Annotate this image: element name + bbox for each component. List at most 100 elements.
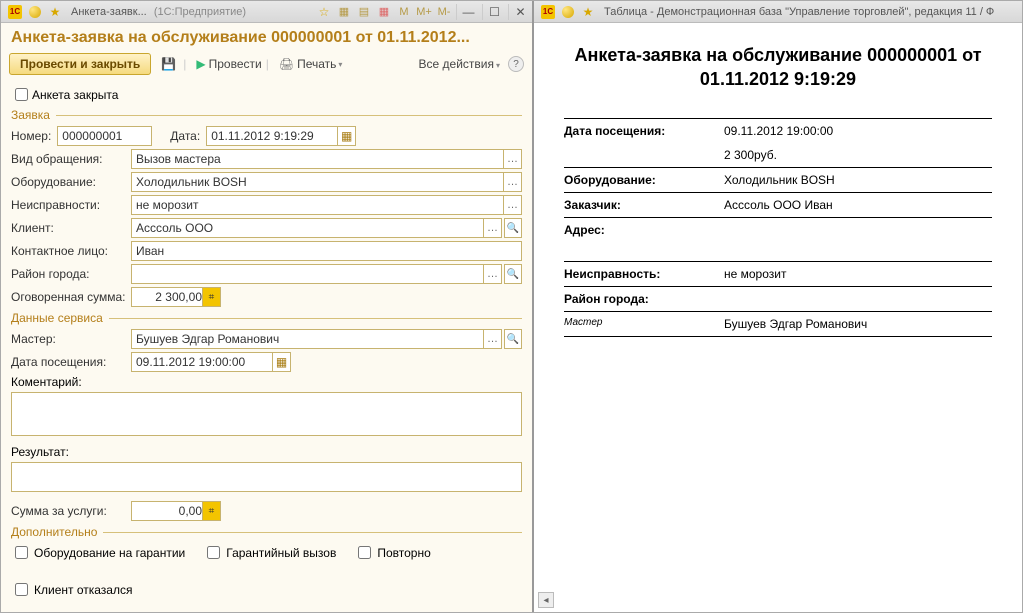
tool-icon-1[interactable]: ▦ — [335, 4, 353, 20]
star-icon[interactable]: ★ — [47, 4, 63, 20]
warranty-call-label: Гарантийный вызов — [226, 546, 336, 560]
tool-icon-2[interactable]: ▤ — [355, 4, 373, 20]
all-actions-menu[interactable]: Все действия▾ — [419, 57, 500, 71]
fav-icon[interactable]: ☆ — [315, 4, 333, 20]
sheet-equipment-value: Холодильник BOSH — [724, 173, 992, 187]
commit-icon: ▶ — [196, 57, 205, 71]
app-icon: 1C — [540, 4, 556, 20]
number-input[interactable]: 000000001 — [57, 126, 152, 146]
faults-label: Неисправности: — [11, 198, 131, 212]
comment-label: Коментарий: — [11, 375, 522, 389]
sheet-customer-label: Заказчик: — [564, 198, 724, 212]
repeat-checkbox[interactable] — [358, 546, 371, 559]
save-button[interactable]: 💾 — [157, 55, 183, 73]
visit-date-label: Дата посещения: — [11, 355, 131, 369]
sheet-address-value — [724, 223, 992, 237]
warranty-label: Оборудование на гарантии — [34, 546, 185, 560]
commit-button[interactable]: ▶Провести — [192, 55, 265, 73]
faults-select[interactable]: не морозит … — [131, 195, 522, 215]
calculator-icon[interactable]: ⌗ — [202, 502, 220, 520]
commit-close-button[interactable]: Провести и закрыть — [9, 53, 151, 75]
window-tab-title: Анкета-заявк... (1С:Предприятие) — [71, 6, 314, 18]
sheet-master-value: Бушуев Эдгар Романович — [724, 317, 992, 331]
m-plus-button[interactable]: M+ — [415, 4, 433, 20]
ellipsis-icon[interactable]: … — [483, 330, 501, 348]
sheet-master-label: Мастер — [564, 317, 724, 331]
ellipsis-icon[interactable]: … — [483, 265, 501, 283]
sheet-address-label: Адрес: — [564, 223, 724, 237]
equipment-label: Оборудование: — [11, 175, 131, 189]
closed-label: Анкета закрыта — [32, 88, 118, 102]
service-sum-input[interactable]: 0,00 ⌗ — [131, 501, 221, 521]
floppy-icon: 💾 — [161, 57, 176, 71]
scroll-left-button[interactable]: ◂ — [538, 592, 554, 608]
sheet-fault-label: Неисправность: — [564, 267, 724, 281]
refused-label: Клиент отказался — [34, 583, 132, 597]
right-window-title: Таблица - Демонстрационная база "Управле… — [604, 6, 1022, 18]
client-label: Клиент: — [11, 221, 131, 235]
sheet-district-value — [724, 292, 992, 306]
ellipsis-icon[interactable]: … — [503, 150, 521, 168]
repeat-label: Повторно — [377, 546, 430, 560]
ellipsis-icon[interactable]: … — [503, 173, 521, 191]
m-button[interactable]: M — [395, 4, 413, 20]
printer-icon: 🖨 — [279, 57, 294, 71]
client-lookup-button[interactable]: 🔍 — [504, 218, 522, 238]
dropdown-icon[interactable] — [560, 4, 576, 20]
m-minus-button[interactable]: M- — [435, 4, 453, 20]
help-button[interactable]: ? — [508, 56, 524, 72]
maximize-button[interactable]: ☐ — [482, 4, 506, 20]
star-icon[interactable]: ★ — [580, 4, 596, 20]
sheet-visit-value: 09.11.2012 19:00:00 — [724, 124, 992, 138]
result-textarea[interactable] — [11, 462, 522, 492]
appeal-label: Вид обращения: — [11, 152, 131, 166]
sheet-customer-value: Асссоль ООО Иван — [724, 198, 992, 212]
calculator-icon[interactable]: ⌗ — [202, 288, 220, 306]
appeal-select[interactable]: Вызов мастера … — [131, 149, 522, 169]
warranty-checkbox[interactable] — [15, 546, 28, 559]
number-label: Номер: — [11, 129, 51, 143]
chevron-down-icon: ▾ — [338, 60, 342, 69]
sheet-equipment-label: Оборудование: — [564, 173, 724, 187]
date-label: Дата: — [170, 129, 200, 143]
agreed-sum-label: Оговоренная сумма: — [11, 290, 131, 304]
master-label: Мастер: — [11, 332, 131, 346]
minimize-button[interactable]: — — [456, 4, 480, 20]
agreed-sum-input[interactable]: 2 300,00 ⌗ — [131, 287, 221, 307]
print-button[interactable]: 🖨Печать▾ — [275, 55, 347, 73]
chevron-down-icon: ▾ — [496, 61, 500, 70]
print-sheet: Анкета-заявка на обслуживание 000000001 … — [534, 23, 1022, 357]
warranty-call-checkbox[interactable] — [207, 546, 220, 559]
ellipsis-icon[interactable]: … — [503, 196, 521, 214]
right-titlebar: 1C ★ Таблица - Демонстрационная база "Уп… — [534, 1, 1022, 23]
equipment-select[interactable]: Холодильник BOSH … — [131, 172, 522, 192]
closed-checkbox[interactable] — [15, 88, 28, 101]
comment-textarea[interactable] — [11, 392, 522, 436]
sheet-visit-label: Дата посещения: — [564, 124, 724, 138]
district-select[interactable]: … — [131, 264, 502, 284]
master-select[interactable]: Бушуев Эдгар Романович … — [131, 329, 502, 349]
ellipsis-icon[interactable]: … — [483, 219, 501, 237]
client-select[interactable]: Асссоль ООО … — [131, 218, 502, 238]
form-title: Анкета-заявка на обслуживание 000000001 … — [11, 29, 522, 47]
app-icon: 1C — [7, 4, 23, 20]
calendar-icon[interactable]: ▦ — [272, 353, 290, 371]
date-input[interactable]: 01.11.2012 9:19:29 ▦ — [206, 126, 356, 146]
district-label: Район города: — [11, 267, 131, 281]
calendar-icon[interactable]: ▦ — [375, 4, 393, 20]
contact-input[interactable]: Иван — [131, 241, 522, 261]
refused-checkbox[interactable] — [15, 583, 28, 596]
left-titlebar: 1C ★ Анкета-заявк... (1С:Предприятие) ☆ … — [1, 1, 532, 23]
sheet-district-label: Район города: — [564, 292, 724, 306]
sheet-fault-value: не морозит — [724, 267, 992, 281]
form-toolbar: Провести и закрыть 💾 | ▶Провести | 🖨Печа… — [1, 49, 532, 79]
group-service: Данные сервиса — [11, 311, 522, 325]
visit-date-input[interactable]: 09.11.2012 19:00:00 ▦ — [131, 352, 291, 372]
district-lookup-button[interactable]: 🔍 — [504, 264, 522, 284]
close-button[interactable]: ✕ — [508, 4, 532, 20]
service-sum-label: Сумма за услуги: — [11, 504, 131, 518]
master-lookup-button[interactable]: 🔍 — [504, 329, 522, 349]
dropdown-icon[interactable] — [27, 4, 43, 20]
calendar-icon[interactable]: ▦ — [337, 127, 355, 145]
group-extra: Дополнительно — [11, 525, 522, 539]
